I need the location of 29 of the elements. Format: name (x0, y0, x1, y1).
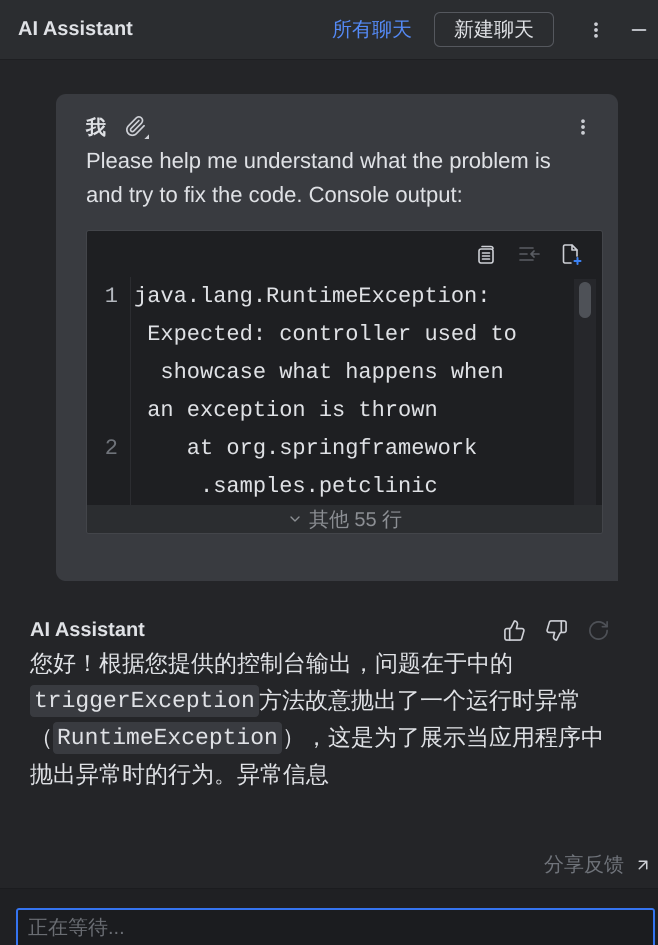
message-text: 抛出异常时的行为。异常信息 (30, 760, 329, 789)
message-author: AI Assistant (30, 619, 145, 642)
expand-lines-button[interactable]: 其他 55 行 (87, 505, 602, 533)
message-text: 您好！根据您提供的控制台输出，问题在于中的 (30, 649, 513, 678)
line-number: 2 (104, 436, 118, 461)
all-chats-link[interactable]: 所有聊天 (332, 16, 412, 43)
feedback-link[interactable]: 分享反馈 (544, 851, 652, 878)
line-number: 1 (104, 284, 118, 309)
code-line: showcase what happens when (159, 359, 504, 387)
code-line: .samples.petclinic (199, 473, 438, 501)
paperclip-icon[interactable] (124, 115, 150, 139)
new-chat-button[interactable]: 新建聊天 (434, 12, 554, 47)
inline-code: RuntimeException (53, 722, 282, 754)
message-text: ），这是为了展示当应用程序中 (282, 723, 604, 752)
message-text: 方法故意抛出了一个运行时异常 (258, 686, 581, 715)
thumbs-down-icon[interactable] (545, 619, 568, 642)
thumbs-up-icon[interactable] (503, 619, 526, 642)
code-line: java.lang.RuntimeException: (134, 283, 490, 311)
message-text: Please help me understand what the problem is and try to fix the code. Console output: (86, 147, 552, 209)
code-line: at org.springframework (186, 435, 478, 463)
code-line: Expected: controller used to (146, 321, 517, 349)
message-input-field[interactable]: 正在等待... (16, 908, 655, 945)
scrollbar-thumb[interactable] (579, 282, 591, 318)
message-text: （ (30, 723, 53, 752)
file-plus-icon[interactable] (560, 243, 582, 265)
panel-title: AI Assistant (18, 18, 134, 41)
message-author: 我 (86, 116, 106, 140)
code-line: an exception is thrown (146, 397, 438, 425)
inline-code: triggerException (30, 684, 259, 716)
